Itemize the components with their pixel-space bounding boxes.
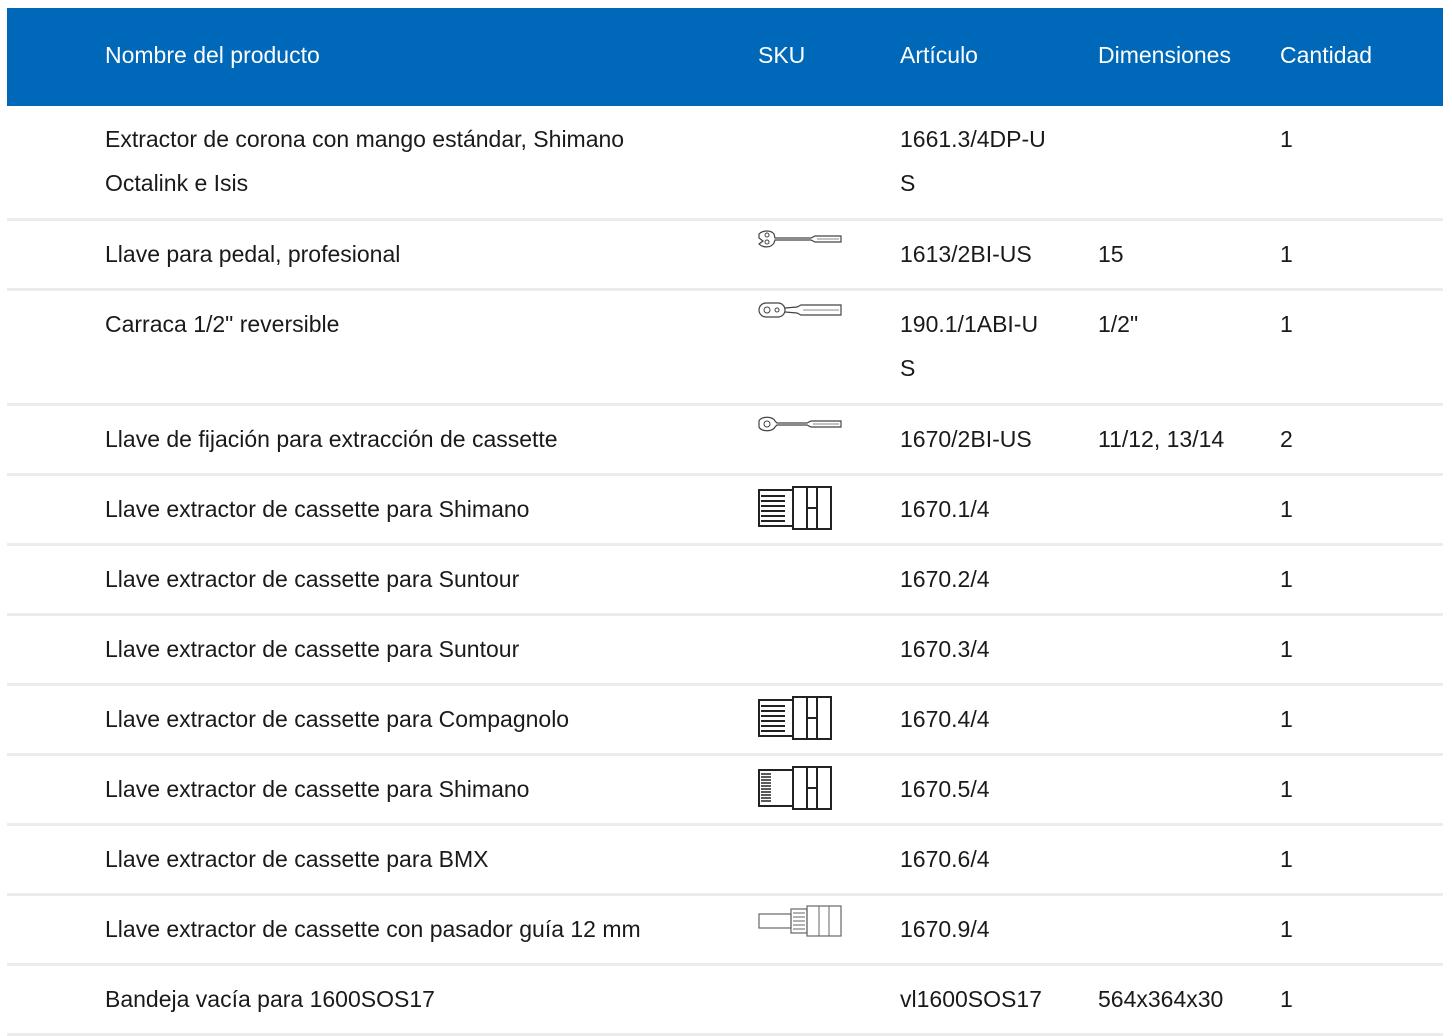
quantity-cell: 1 [1280,776,1293,802]
table-row: Bandeja vacía para 1600SOS17 vl1600SOS17 5… [7,966,1443,1036]
quantity-cell: 1 [1280,986,1293,1012]
quantity-cell: 1 [1280,311,1293,337]
header-quantity: Cantidad [1280,42,1373,68]
article-cell: 1670.5/4 [900,776,990,802]
article-cell: vl1600SOS17 [900,986,1042,1012]
header-article: Artículo [900,42,978,68]
dimensions-cell: 564x364x30 [1098,986,1224,1012]
article-cell: 190.1/1ABI-US [900,311,1039,381]
product-name-cell: Extractor de corona con mango estándar, … [105,126,625,196]
article-cell: 1670.6/4 [900,846,990,872]
quantity-cell: 1 [1280,496,1293,522]
guide-pin-socket-icon [757,905,843,939]
table-row: Llave extractor de cassette para Suntour… [7,616,1443,686]
table-row: Llave extractor de cassette para Compagn… [7,686,1443,756]
article-cell: 1670.3/4 [900,636,990,662]
product-name-cell: Llave extractor de cassette para Compagn… [105,706,570,732]
article-cell: 1670.1/4 [900,496,990,522]
dimensions-cell: 11/12, 13/14 [1098,426,1225,452]
header-dimensions: Dimensiones [1098,42,1231,68]
table-row: Llave de fijación para extracción de cas… [7,406,1443,476]
pedal-wrench-icon [757,230,843,252]
table-row: Llave extractor de cassette para Shimano… [7,756,1443,826]
header-sku: SKU [758,42,806,68]
quantity-cell: 1 [1280,126,1293,152]
quantity-cell: 1 [1280,241,1293,267]
product-name-cell: Bandeja vacía para 1600SOS17 [105,986,435,1012]
product-name-cell: Llave de fijación para extracción de cas… [105,426,558,452]
product-name-cell: Llave extractor de cassette con pasador … [105,916,641,942]
table-row: Llave extractor de cassette para Suntour… [7,546,1443,616]
cassette-socket-icon [757,696,843,740]
article-cell: 1670.4/4 [900,706,990,732]
chain-whip-icon [757,415,843,437]
table-row: Llave extractor de cassette para Shimano… [7,476,1443,546]
article-cell: 1670.2/4 [900,566,990,592]
header-name: Nombre del producto [105,42,320,68]
dimensions-cell: 1/2" [1098,311,1139,337]
table-row: Llave extractor de cassette para BMX 1670… [7,826,1443,896]
product-name-cell: Llave extractor de cassette para BMX [105,846,489,872]
product-table: Nombre del producto SKU Artículo Dimensi… [7,8,1443,1036]
quantity-cell: 1 [1280,566,1293,592]
article-cell: 1670/2BI-US [900,426,1032,452]
product-name-cell: Llave extractor de cassette para Suntour [105,636,520,662]
quantity-cell: 1 [1280,706,1293,732]
cassette-socket-icon [757,486,843,530]
article-cell: 1613/2BI-US [900,241,1032,267]
product-name-cell: Carraca 1/2" reversible [105,311,340,337]
table-row: Carraca 1/2" reversible 190.1/1ABI-US 1/2"… [7,291,1443,406]
table-row: Extractor de corona con mango estándar, … [7,106,1443,221]
article-cell: 1670.9/4 [900,916,990,942]
table-row: Llave extractor de cassette con pasador … [7,896,1443,966]
table-body: Extractor de corona con mango estándar, … [7,106,1443,1036]
product-name-cell: Llave para pedal, profesional [105,241,401,267]
cassette-socket-dense-icon [757,766,843,810]
quantity-cell: 1 [1280,846,1293,872]
ratchet-icon [757,300,843,322]
quantity-cell: 2 [1280,426,1293,452]
table-row: Llave para pedal, profesional 1613/2BI-US… [7,221,1443,291]
product-name-cell: Llave extractor de cassette para Shimano [105,496,530,522]
quantity-cell: 1 [1280,636,1293,662]
product-name-cell: Llave extractor de cassette para Suntour [105,566,520,592]
dimensions-cell: 15 [1098,241,1124,267]
table-header: Nombre del producto SKU Artículo Dimensi… [7,8,1443,106]
quantity-cell: 1 [1280,916,1293,942]
article-cell: 1661.3/4DP-US [900,126,1046,196]
product-name-cell: Llave extractor de cassette para Shimano [105,776,530,802]
